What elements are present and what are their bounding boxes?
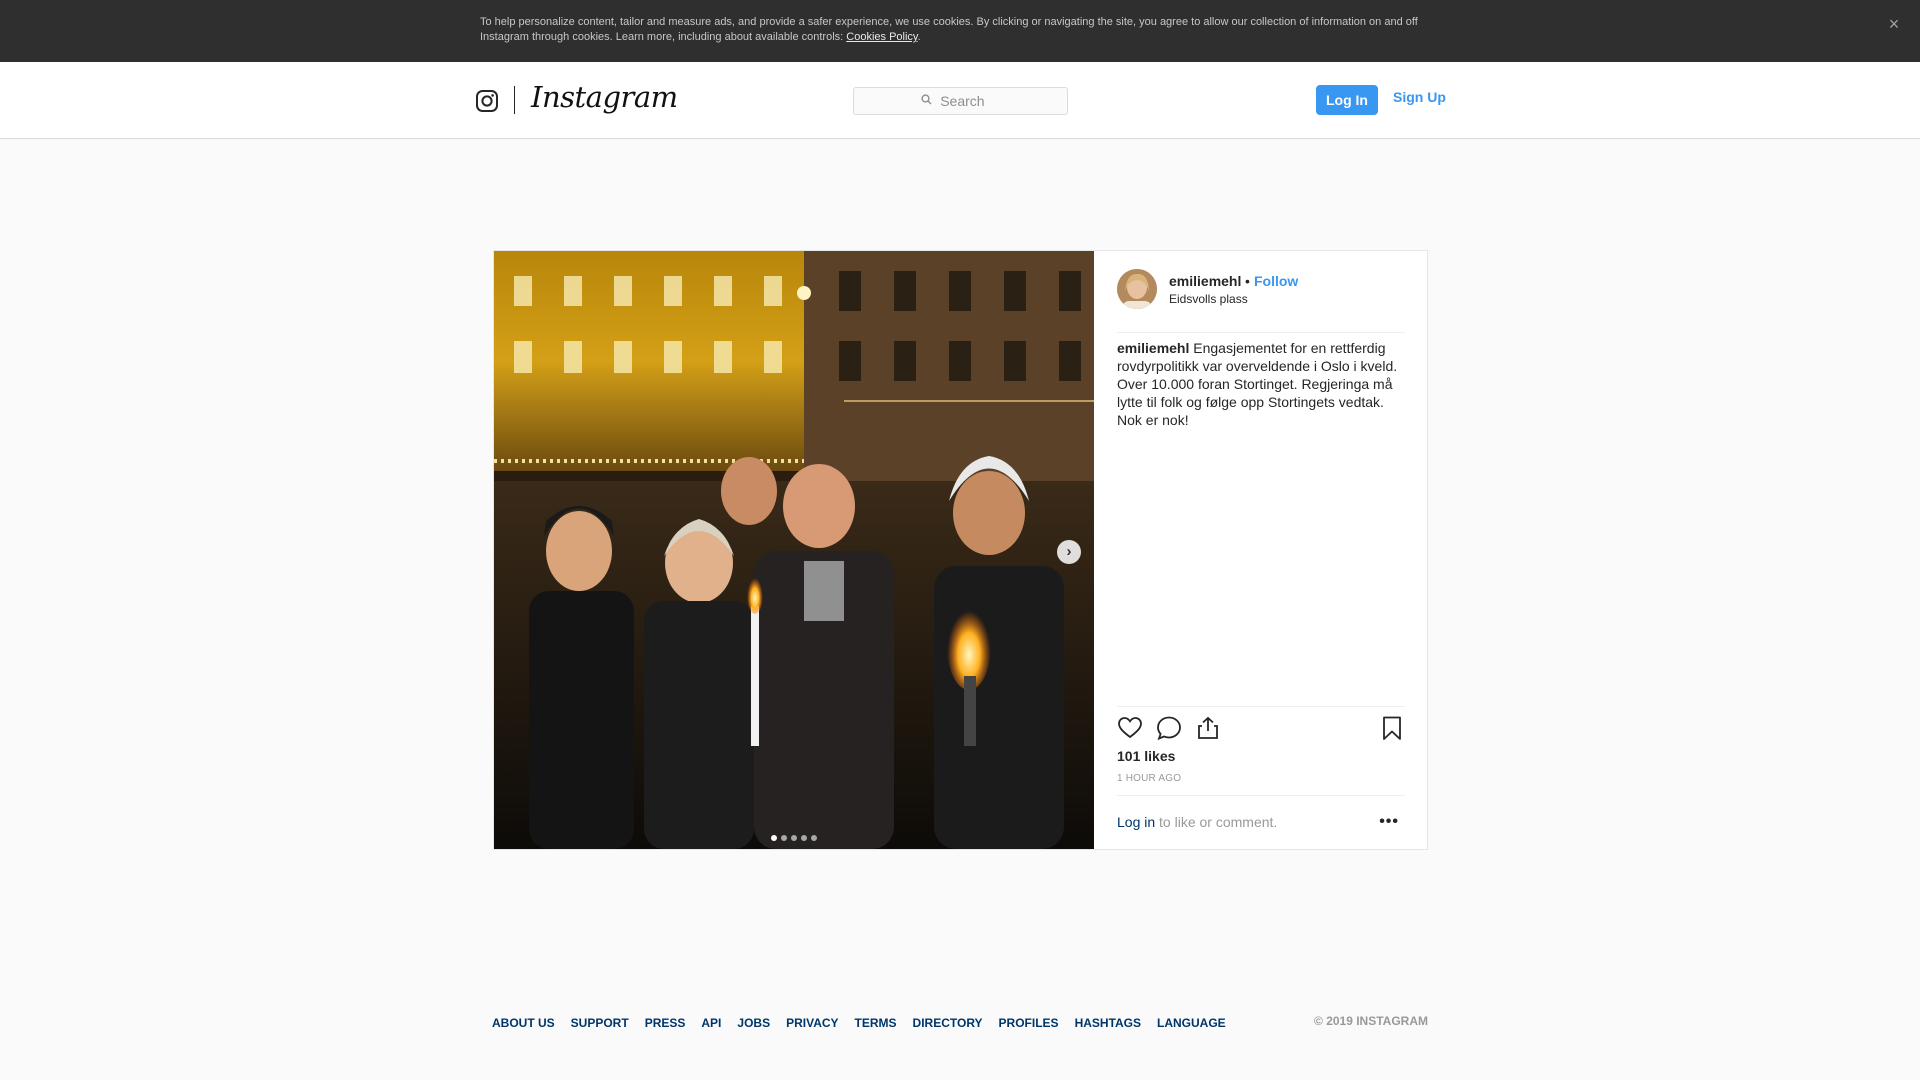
- likes-count[interactable]: 101 likes: [1117, 748, 1175, 764]
- comment-prompt: Log in to like or comment.: [1117, 814, 1277, 830]
- share-icon[interactable]: [1195, 715, 1221, 741]
- sign-up-link[interactable]: Sign Up: [1393, 89, 1446, 105]
- carousel-next-button[interactable]: ›: [1057, 540, 1081, 564]
- instagram-camera-icon[interactable]: [475, 89, 499, 113]
- cookie-message: To help personalize content, tailor and …: [480, 16, 1418, 43]
- log-in-button[interactable]: Log In: [1316, 85, 1378, 115]
- carousel-indicator: [771, 828, 821, 841]
- footer-link-press[interactable]: PRESS: [645, 1016, 686, 1030]
- logo-divider: [514, 86, 515, 114]
- footer-link-hashtags[interactable]: HASHTAGS: [1075, 1016, 1141, 1030]
- footer-link-support[interactable]: SUPPORT: [571, 1016, 629, 1030]
- post-location[interactable]: Eidsvolls plass: [1169, 292, 1248, 306]
- carousel-dot: [811, 835, 817, 841]
- footer-link-api[interactable]: API: [701, 1016, 721, 1030]
- search-box[interactable]: [853, 87, 1068, 115]
- carousel-dot: [791, 835, 797, 841]
- footer-link-profiles[interactable]: PROFILES: [999, 1016, 1059, 1030]
- carousel-dot: [801, 835, 807, 841]
- footer-link-privacy[interactable]: PRIVACY: [786, 1016, 838, 1030]
- comment-prompt-text: to like or comment.: [1155, 814, 1278, 830]
- footer-link-terms[interactable]: TERMS: [855, 1016, 897, 1030]
- post-header: emiliemehl • Follow Eidsvolls plass: [1117, 269, 1405, 333]
- more-options-icon[interactable]: •••: [1379, 813, 1399, 831]
- comment-log-in-link[interactable]: Log in: [1117, 814, 1155, 830]
- post-caption: emiliemehl Engasjementet for en rettferd…: [1117, 339, 1407, 429]
- search-icon: [921, 94, 932, 108]
- carousel-dot: [771, 835, 777, 841]
- post-card: › emiliemehl • Follow Eidsvolls plass em…: [493, 250, 1428, 850]
- footer: ABOUT US SUPPORT PRESS API JOBS PRIVACY TERMS D…: [492, 1014, 1428, 1030]
- post-side-panel: emiliemehl • Follow Eidsvolls plass emil…: [1094, 251, 1427, 849]
- post-timestamp[interactable]: 1 HOUR AGO: [1117, 773, 1181, 784]
- cookie-banner-text: To help personalize content, tailor and …: [480, 15, 1430, 45]
- carousel-dot: [781, 835, 787, 841]
- post-actions: 101 likes 1 HOUR AGO Log in to like or c…: [1117, 706, 1405, 849]
- cookie-period: .: [917, 31, 921, 43]
- cookies-policy-link[interactable]: Cookies Policy: [846, 31, 917, 43]
- avatar[interactable]: [1117, 269, 1157, 309]
- footer-links: ABOUT US SUPPORT PRESS API JOBS PRIVACY TERMS D…: [492, 1014, 1242, 1032]
- comment-bar: Log in to like or comment. •••: [1117, 795, 1405, 850]
- footer-link-jobs[interactable]: JOBS: [737, 1016, 770, 1030]
- heart-icon[interactable]: [1117, 715, 1143, 741]
- post-photo[interactable]: ›: [494, 251, 1094, 849]
- search-input[interactable]: [940, 88, 1001, 114]
- footer-link-directory[interactable]: DIRECTORY: [913, 1016, 983, 1030]
- follow-button[interactable]: Follow: [1254, 273, 1298, 289]
- close-icon[interactable]: ×: [1882, 12, 1906, 36]
- cookie-banner: To help personalize content, tailor and …: [0, 0, 1920, 62]
- top-nav: Instagram Log In Sign Up: [0, 62, 1920, 139]
- comment-icon[interactable]: [1156, 715, 1182, 741]
- header-separator: •: [1245, 273, 1250, 289]
- post-username[interactable]: emiliemehl: [1169, 273, 1241, 289]
- copyright: © 2019 INSTAGRAM: [1314, 1014, 1428, 1028]
- instagram-wordmark[interactable]: Instagram: [531, 80, 678, 114]
- footer-link-language[interactable]: LANGUAGE: [1157, 1016, 1226, 1030]
- caption-username[interactable]: emiliemehl: [1117, 340, 1189, 356]
- bookmark-icon[interactable]: [1379, 715, 1405, 741]
- photo-scene: [494, 251, 1094, 849]
- footer-link-about-us[interactable]: ABOUT US: [492, 1016, 555, 1030]
